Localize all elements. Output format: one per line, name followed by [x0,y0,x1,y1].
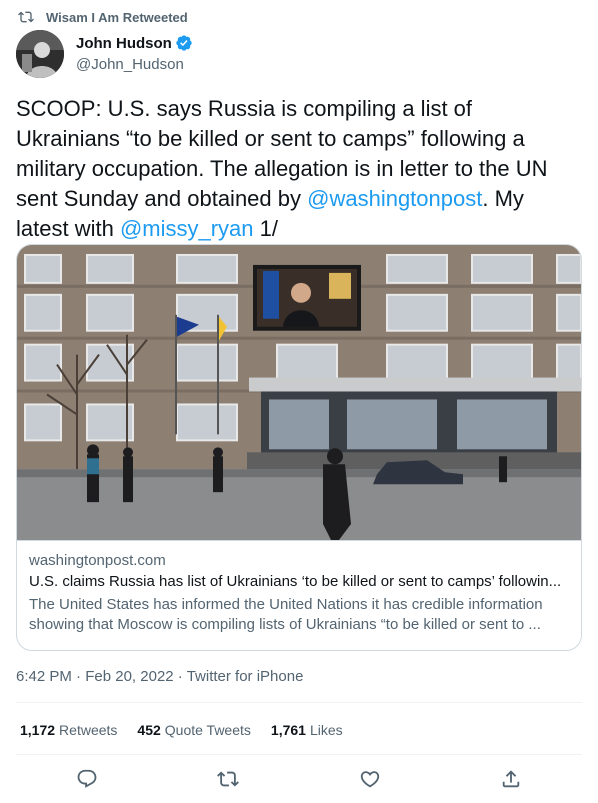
verified-badge-icon [175,34,193,52]
tweet-time[interactable]: 6:42 PM [16,668,72,685]
retweet-icon [18,9,34,25]
retweet-icon [217,771,240,787]
retweets-label: Retweets [59,722,118,738]
share-button[interactable] [494,764,528,794]
retweets-stat[interactable]: 1,172 Retweets [20,720,117,740]
link-card[interactable]: washingtonpost.com U.S. claims Russia ha… [16,244,582,651]
meta-separator: · [71,668,86,685]
likes-stat[interactable]: 1,761 Likes [271,720,343,740]
card-image [17,245,581,541]
tweet-meta: 6:42 PM · Feb 20, 2022 · Twitter for iPh… [16,667,303,687]
reply-icon [77,769,97,788]
mention-link[interactable]: @washingtonpost [307,186,482,211]
quote-tweets-count: 452 [137,722,161,738]
divider [16,702,582,703]
tweet-text: SCOOP: U.S. says Russia is compiling a l… [16,94,582,244]
card-description: The United States has informed the Unite… [29,596,543,633]
card-domain: washingtonpost.com [29,552,166,569]
likes-count: 1,761 [270,722,306,738]
tweet-stats: 1,172 Retweets 452 Quote Tweets 1,761 Likes [20,720,363,740]
action-bar [16,764,582,794]
mention-link[interactable]: @missy_ryan [120,216,254,241]
meta-separator: · [173,668,187,685]
retweet-banner-text: Wisam I Am Retweeted [46,9,188,25]
quote-tweets-label: Quote Tweets [164,722,251,738]
author-name[interactable]: John Hudson [76,35,172,52]
quote-tweets-stat[interactable]: 452 Quote Tweets [137,720,251,740]
retweet-banner[interactable]: Wisam I Am Retweeted [18,8,188,26]
author-handle[interactable]: @John_Hudson [76,55,193,75]
retweets-count: 1,172 [20,722,56,738]
author-block[interactable]: John Hudson @John_Hudson [16,30,193,78]
avatar[interactable] [16,30,64,78]
like-button[interactable] [353,764,387,794]
like-icon [360,771,379,788]
reply-button[interactable] [70,764,104,794]
tweet-date[interactable]: Feb 20, 2022 [85,668,173,685]
tweet-source[interactable]: Twitter for iPhone [187,668,304,685]
card-title: U.S. claims Russia has list of Ukrainian… [29,573,562,590]
divider [16,754,582,755]
retweet-button[interactable] [211,764,245,794]
likes-label: Likes [309,722,343,738]
tweet-text-part: 1/ [253,216,278,241]
share-icon [503,770,520,788]
